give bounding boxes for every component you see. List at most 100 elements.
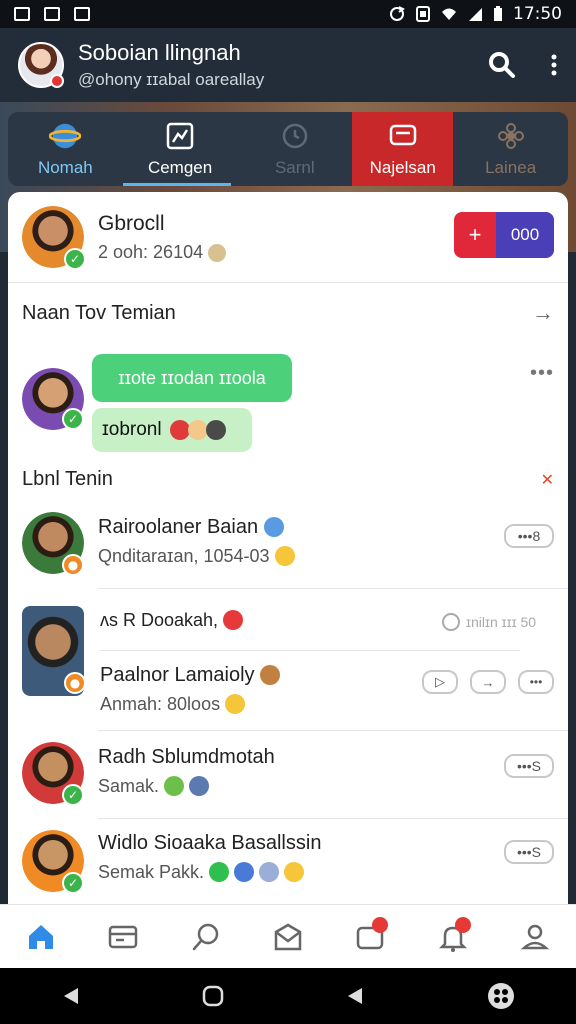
more-button[interactable]: •••S [504, 840, 554, 864]
close-icon[interactable]: ✕ [541, 470, 554, 490]
battery-icon [494, 6, 502, 21]
list-item-subtitle-text: Semak Pakk. [98, 862, 205, 882]
notification-icon [14, 7, 30, 21]
home-icon [29, 924, 54, 949]
emoji-icon [260, 665, 281, 685]
pill-label: •••8 [517, 528, 541, 544]
divider [98, 730, 568, 731]
page-subtitle: @ohony ɪɪabal oareallay [78, 70, 265, 89]
mail-icon [74, 7, 90, 21]
list-item-title-text: Widlo Sioaaka Basallssin [98, 832, 322, 854]
emoji-icon [259, 862, 280, 882]
tab-cemgen[interactable]: Cemgen [122, 112, 238, 186]
list-item[interactable]: ● ʌs R Dooakah, ɪnilɪn ɪɪɪ 50 Paalnor La… [22, 602, 554, 728]
add-button[interactable]: + [454, 212, 496, 258]
list-item-subtitle: Qnditaraɪan, 1054-03 [98, 546, 295, 567]
section-title: Naan Tov Temian [22, 302, 176, 324]
profile-name: Gbrocll [98, 212, 165, 235]
nav-bell[interactable] [433, 916, 473, 957]
list-item-title-text: Paalnor Lamaioly [100, 664, 255, 686]
forward-button[interactable]: → [470, 670, 506, 694]
sync-icon [390, 6, 405, 21]
more-button[interactable]: •••S [504, 754, 554, 778]
message-bubble[interactable]: ɪɪote ɪɪodan ɪɪoola [92, 354, 292, 402]
arrow-right-icon[interactable]: → [532, 300, 554, 326]
tab-strip: Nomah Cemgen Sarnl Najelsan Lainea [8, 112, 568, 186]
nav-chat-alert[interactable] [350, 916, 390, 957]
list-item-title: ʌs R Dooakah, [100, 610, 244, 631]
radio-icon[interactable] [441, 613, 460, 631]
back-icon[interactable] [60, 985, 82, 1007]
message-bubble[interactable]: ɪobronl [92, 408, 252, 452]
more-button[interactable]: •••8 [504, 524, 554, 548]
avatar[interactable] [18, 42, 64, 88]
notification-badge [454, 916, 471, 933]
profile-actions: + 000 [454, 212, 554, 258]
pill-label: •••S [516, 844, 542, 860]
notification-badge [372, 916, 389, 933]
nav-search[interactable] [186, 917, 226, 957]
list-item-subtitle: Samak. [98, 776, 210, 797]
more-horiz-icon[interactable]: ••• [530, 362, 554, 385]
verified-icon: ✓ [62, 408, 84, 430]
online-badge [50, 74, 64, 88]
message-icon [387, 120, 419, 152]
more-vert-icon[interactable] [550, 54, 558, 76]
more-button[interactable]: ••• [518, 670, 554, 694]
more-options-button[interactable]: 000 [496, 212, 554, 258]
whatsapp-icon [209, 862, 230, 882]
search-icon[interactable] [488, 51, 516, 79]
tab-lainea[interactable]: Lainea [453, 112, 568, 186]
pill-label: •••S [516, 758, 542, 774]
list-item[interactable]: ● Rairoolaner Baian Qnditaraɪan, 1054-03… [22, 510, 554, 586]
profile-meta: 2 ooh: 26104 [98, 242, 227, 263]
card-icon [109, 925, 138, 948]
mail-icon [274, 923, 302, 950]
search-icon [192, 923, 218, 950]
section-header[interactable]: Naan Tov Temian → [22, 300, 554, 326]
play-button[interactable]: ▷ [422, 670, 458, 694]
battery-saver-icon [416, 6, 430, 22]
list-item[interactable]: ✓ Radh Sblumdmotah Samak. •••S [22, 740, 554, 816]
tab-najelsan[interactable]: Najelsan [352, 112, 454, 186]
recent-apps-icon[interactable] [344, 985, 366, 1007]
status-pill[interactable]: ɪnilɪn ɪɪɪ 50 [434, 610, 544, 634]
nav-mail[interactable] [268, 917, 308, 957]
list-item-title: Radh Sblumdmotah [98, 746, 275, 769]
section-header: Lbnl Tenin ✕ [22, 468, 554, 491]
tab-nomah[interactable]: Nomah [8, 112, 123, 186]
tab-sarnl[interactable]: Sarnl [237, 112, 352, 186]
chat-preview[interactable]: ✓ ɪɪote ɪɪodan ɪɪoola ɪobronl ••• [22, 352, 554, 452]
profile-row[interactable]: ✓ Gbrocll 2 ooh: 26104 + 000 [22, 206, 554, 270]
emoji-icon [234, 862, 255, 882]
globe-icon [263, 517, 284, 537]
bottom-nav [0, 904, 576, 968]
status-bar: 17:50 [0, 0, 576, 28]
home-circle-icon[interactable] [202, 985, 224, 1007]
sparkle-icon [208, 244, 227, 262]
divider [98, 588, 568, 589]
system-nav-bar [0, 968, 576, 1024]
list-item-subtitle-text: Samak. [98, 776, 160, 796]
smile-icon [284, 862, 305, 882]
nav-card[interactable] [103, 917, 143, 957]
emoji-icon [205, 420, 226, 440]
pill-label: ɪnilɪn ɪɪɪ 50 [465, 614, 537, 630]
emoji-icon [164, 776, 185, 796]
list-item-title: Paalnor Lamaioly [100, 664, 281, 687]
list-item-title-text: Radh Sblumdmotah [98, 746, 275, 768]
list-item[interactable]: ✓ Widlo Sioaaka Basallssin Semak Pakk. •… [22, 828, 554, 904]
verified-icon: ✓ [64, 248, 86, 270]
divider [100, 650, 520, 651]
nav-profile[interactable] [515, 917, 555, 957]
sim-icon [44, 7, 60, 21]
divider [8, 282, 568, 283]
nav-home[interactable] [21, 917, 61, 957]
list-item-title: Rairoolaner Baian [98, 516, 284, 539]
section-title: Lbnl Tenin [22, 468, 113, 490]
emoji-icon [187, 420, 208, 440]
list-item-subtitle-text: Anmah: 80loos [100, 694, 221, 714]
divider [98, 818, 568, 819]
assistant-icon[interactable] [486, 981, 516, 1011]
tab-label: Najelsan [369, 158, 436, 177]
